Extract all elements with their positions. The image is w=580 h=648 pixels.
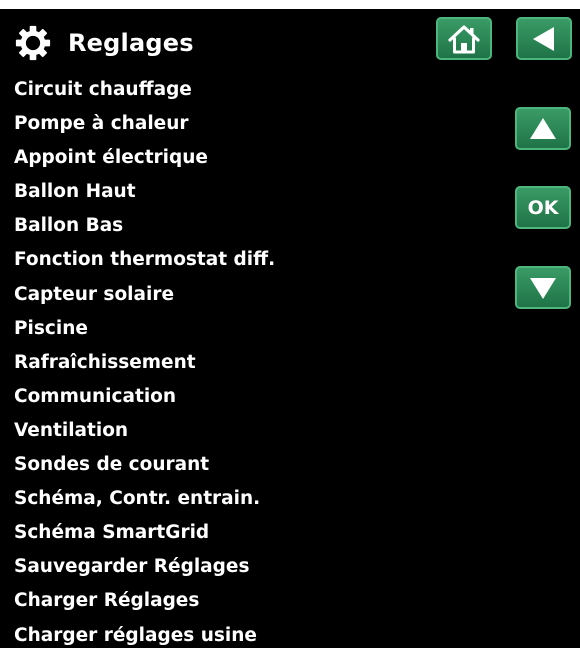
menu-item-schema-contr-entrain[interactable]: Schéma, Contr. entrain. xyxy=(14,487,275,521)
menu-item-charger-reglages[interactable]: Charger Réglages xyxy=(14,589,275,623)
menu-item-rafraichissement[interactable]: Rafraîchissement xyxy=(14,351,275,385)
menu-item-communication[interactable]: Communication xyxy=(14,385,275,419)
menu-item-piscine[interactable]: Piscine xyxy=(14,317,275,351)
menu-item-ventilation[interactable]: Ventilation xyxy=(14,419,275,453)
arrow-up-icon xyxy=(530,117,556,139)
title-bar: Reglages xyxy=(14,23,194,63)
menu-item-charger-reglages-usine[interactable]: Charger réglages usine xyxy=(14,624,275,648)
menu-item-pompe-a-chaleur[interactable]: Pompe à chaleur xyxy=(14,112,275,146)
scroll-down-button[interactable] xyxy=(515,266,571,309)
menu-item-capteur-solaire[interactable]: Capteur solaire xyxy=(14,283,275,317)
menu-item-schema-smartgrid[interactable]: Schéma SmartGrid xyxy=(14,521,275,555)
menu-item-fonction-thermostat-diff[interactable]: Fonction thermostat diff. xyxy=(14,248,275,282)
menu-item-appoint-electrique[interactable]: Appoint électrique xyxy=(14,146,275,180)
page-title: Reglages xyxy=(68,29,194,57)
menu-item-ballon-bas[interactable]: Ballon Bas xyxy=(14,214,275,248)
menu-item-ballon-haut[interactable]: Ballon Haut xyxy=(14,180,275,214)
settings-menu: Circuit chauffage Pompe à chaleur Appoin… xyxy=(14,78,275,648)
gear-icon xyxy=(15,25,51,61)
ok-button-label: OK xyxy=(527,196,559,219)
ok-button[interactable]: OK xyxy=(515,186,571,229)
menu-item-sondes-de-courant[interactable]: Sondes de courant xyxy=(14,453,275,487)
settings-screen: Reglages Circuit chauffage Pompe à chale… xyxy=(0,9,580,648)
menu-item-circuit-chauffage[interactable]: Circuit chauffage xyxy=(14,78,275,112)
arrow-down-icon xyxy=(530,277,556,299)
home-button[interactable] xyxy=(436,17,492,60)
back-arrow-icon xyxy=(533,26,554,51)
menu-item-sauvegarder-reglages[interactable]: Sauvegarder Réglages xyxy=(14,555,275,589)
scroll-up-button[interactable] xyxy=(515,107,571,150)
home-icon xyxy=(448,24,480,53)
back-button[interactable] xyxy=(516,17,572,60)
